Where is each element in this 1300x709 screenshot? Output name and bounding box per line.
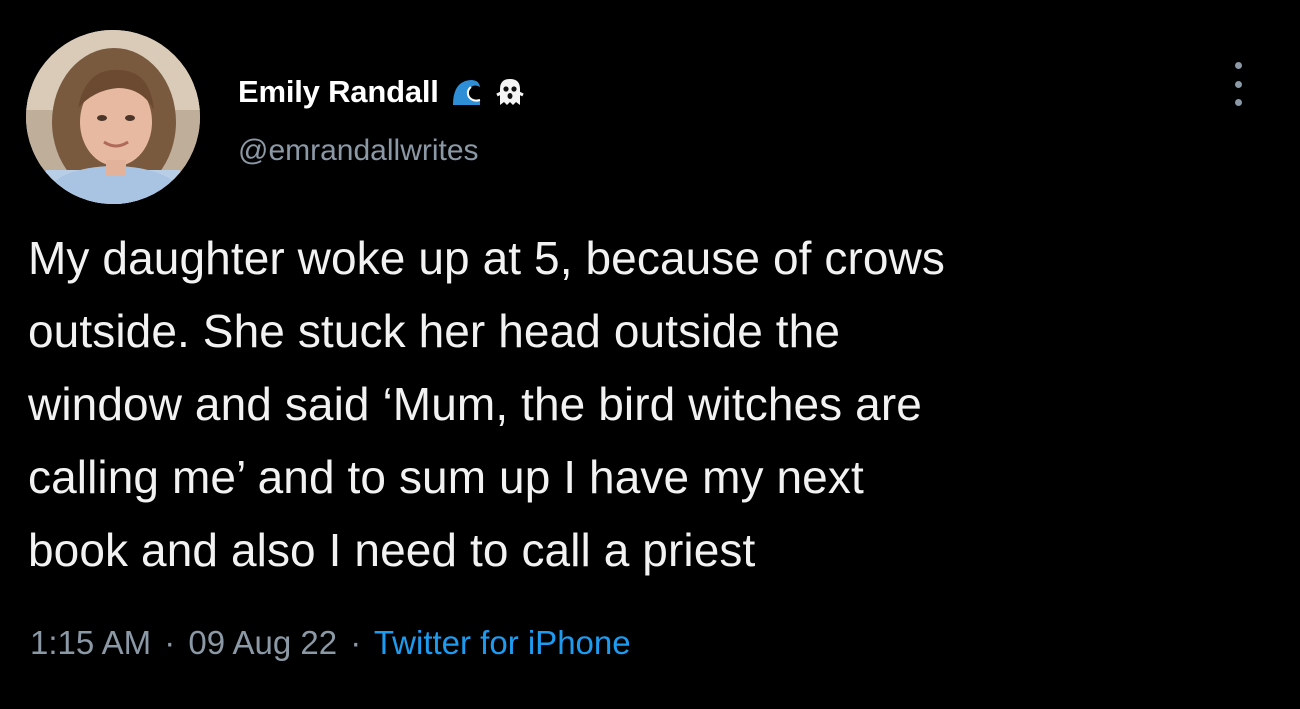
tweet-text-line: calling me’ and to sum up I have my next [28, 451, 864, 503]
tweet-meta: 1:15 AM · 09 Aug 22 · Twitter for iPhone [30, 624, 631, 662]
more-dot-icon [1234, 80, 1242, 88]
wave-icon [449, 75, 483, 109]
avatar[interactable] [26, 30, 200, 204]
author-handle[interactable]: @emrandallwrites [238, 134, 479, 168]
display-name[interactable]: Emily Randall [238, 74, 439, 110]
tweet-source-link[interactable]: Twitter for iPhone [374, 624, 631, 661]
meta-separator: · [350, 624, 362, 661]
avatar-photo [26, 30, 200, 204]
tweet-text-line: book and also I need to call a priest [28, 524, 756, 576]
tweet-card: Emily Randall @emrandallwrites My daught… [0, 0, 1300, 709]
meta-separator: · [164, 624, 176, 661]
more-options-button[interactable] [1226, 62, 1250, 106]
tweet-text-line: outside. She stuck her head outside the [28, 305, 840, 357]
tweet-text-line: My daughter woke up at 5, because of cro… [28, 232, 946, 284]
tweet-text: My daughter woke up at 5, because of cro… [28, 222, 1278, 587]
tweet-date[interactable]: 09 Aug 22 [188, 624, 337, 661]
more-dot-icon [1234, 99, 1242, 106]
tweet-text-line: window and said ‘Mum, the bird witches a… [28, 378, 922, 430]
ghost-icon [493, 75, 527, 109]
tweet-time[interactable]: 1:15 AM [30, 624, 151, 661]
more-dot-icon [1234, 62, 1242, 69]
author-name-row[interactable]: Emily Randall [238, 70, 527, 114]
